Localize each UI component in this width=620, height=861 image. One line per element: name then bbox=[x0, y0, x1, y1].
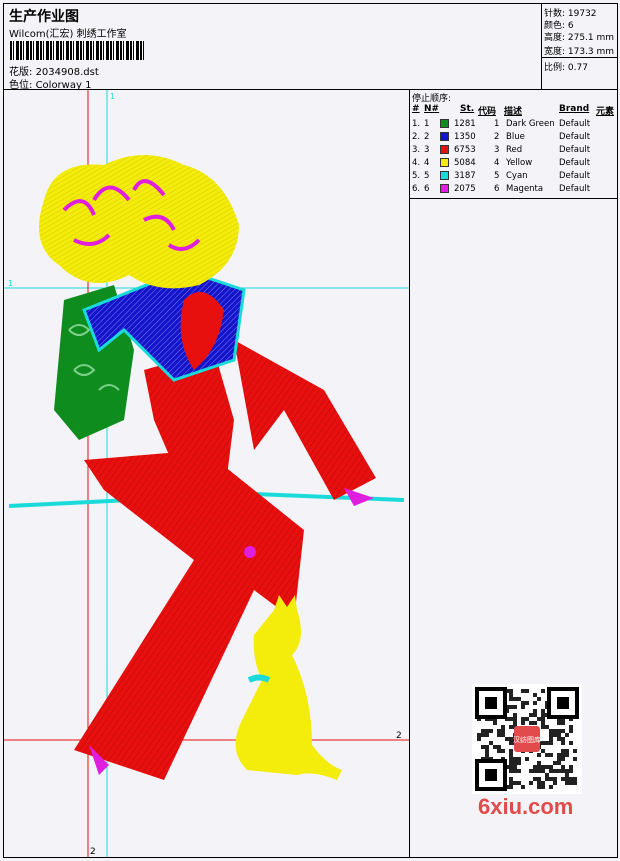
row-code: 1 bbox=[494, 119, 500, 129]
row-n: 4 bbox=[424, 158, 430, 168]
row-brand: Default bbox=[559, 119, 591, 129]
col-header-st: St. bbox=[460, 104, 475, 114]
row-desc: Cyan bbox=[506, 171, 528, 181]
row-stitches: 6753 bbox=[454, 145, 476, 155]
table-row: 6. 6 2075 6 Magenta Default bbox=[410, 183, 617, 196]
row-n: 6 bbox=[424, 184, 430, 194]
qr-caption: 汉纺图库 bbox=[513, 735, 541, 744]
row-code: 4 bbox=[494, 158, 500, 168]
row-code: 5 bbox=[494, 171, 500, 181]
stop-sequence-table: 停止顺序: # N# St. 代码 描述 Brand 元素 1. 1 1281 1 Da… bbox=[410, 90, 617, 199]
row-desc: Red bbox=[506, 145, 523, 155]
stat-width: 宽度: 173.3 mm bbox=[544, 47, 615, 57]
row-index: 4. bbox=[412, 158, 421, 168]
row-index: 5. bbox=[412, 171, 421, 181]
stats-panel: 针数: 19732 颜色: 6 高度: 275.1 mm 宽度: 173.3 m… bbox=[541, 4, 618, 89]
qr-pattern: 汉纺图库 bbox=[475, 687, 579, 791]
design-preview: 1 1 2 2 bbox=[4, 90, 410, 857]
stats-divider bbox=[542, 57, 618, 58]
barcode bbox=[10, 41, 144, 60]
worksheet-frame: 生产作业图 Wilcom(汇宏) 刺绣工作室 花版: 2034908.dst 色… bbox=[3, 3, 618, 858]
col-header-element: 元素 bbox=[596, 107, 615, 117]
row-brand: Default bbox=[559, 171, 591, 181]
row-code: 6 bbox=[494, 184, 500, 194]
table-row: 4. 4 5084 4 Yellow Default bbox=[410, 157, 617, 170]
row-code: 3 bbox=[494, 145, 500, 155]
row-n: 3 bbox=[424, 145, 430, 155]
knee-accent bbox=[244, 546, 256, 558]
stat-scale: 比例: 0.77 bbox=[544, 63, 588, 73]
row-desc: Magenta bbox=[506, 184, 544, 194]
row-index: 1. bbox=[412, 119, 421, 129]
row-brand: Default bbox=[559, 184, 591, 194]
watermark: 6xiu.com bbox=[478, 794, 574, 819]
col-header-n: N# bbox=[424, 104, 440, 114]
qr-code: 汉纺图库 bbox=[472, 684, 582, 794]
table-row: 5. 5 3187 5 Cyan Default bbox=[410, 170, 617, 183]
embroidery-design: 1 1 2 2 bbox=[4, 90, 409, 857]
row-brand: Default bbox=[559, 158, 591, 168]
row-stitches: 2075 bbox=[454, 184, 476, 194]
table-row: 2. 2 1350 2 Blue Default bbox=[410, 131, 617, 144]
guide-v2-label: 2 bbox=[90, 847, 96, 857]
table-row: 3. 3 6753 3 Red Default bbox=[410, 144, 617, 157]
row-index: 2. bbox=[412, 132, 421, 142]
row-brand: Default bbox=[559, 132, 591, 142]
row-desc: Dark Green bbox=[506, 119, 555, 129]
row-stitches: 5084 bbox=[454, 158, 476, 168]
color-swatch bbox=[440, 119, 449, 128]
worksheet-header: 生产作业图 Wilcom(汇宏) 刺绣工作室 花版: 2034908.dst 色… bbox=[4, 4, 618, 91]
stat-height: 高度: 275.1 mm bbox=[544, 33, 615, 43]
studio-name: Wilcom(汇宏) 刺绣工作室 bbox=[9, 29, 127, 40]
color-swatch bbox=[440, 132, 449, 141]
col-header-index: # bbox=[412, 104, 420, 114]
table-row: 1. 1 1281 1 Dark Green Default bbox=[410, 118, 617, 131]
color-swatch bbox=[440, 184, 449, 193]
upper-leg bbox=[234, 340, 376, 500]
row-n: 2 bbox=[424, 132, 430, 142]
cat bbox=[235, 595, 342, 780]
row-n: 1 bbox=[424, 119, 430, 129]
row-code: 2 bbox=[494, 132, 500, 142]
row-brand: Default bbox=[559, 145, 591, 155]
guide-h2-label: 2 bbox=[396, 731, 402, 741]
cat-bow bbox=[247, 674, 271, 683]
worksheet-title: 生产作业图 bbox=[9, 9, 79, 25]
row-desc: Yellow bbox=[506, 158, 533, 168]
color-swatch bbox=[440, 171, 449, 180]
col-header-code: 代码 bbox=[478, 107, 497, 117]
color-swatch bbox=[440, 145, 449, 154]
row-stitches: 3187 bbox=[454, 171, 476, 181]
guide-v1-label: 1 bbox=[110, 92, 115, 101]
row-stitches: 1350 bbox=[454, 132, 476, 142]
row-desc: Blue bbox=[506, 132, 525, 142]
col-header-desc: 描述 bbox=[504, 107, 523, 117]
stop-sequence-title: 停止顺序: bbox=[412, 94, 452, 104]
row-n: 5 bbox=[424, 171, 430, 181]
guide-h1-label: 1 bbox=[8, 279, 13, 288]
row-index: 3. bbox=[412, 145, 421, 155]
colorway-line: 色位: Colorway 1 bbox=[9, 76, 91, 91]
color-swatch bbox=[440, 158, 449, 167]
row-stitches: 1281 bbox=[454, 119, 476, 129]
row-index: 6. bbox=[412, 184, 421, 194]
hair bbox=[39, 155, 239, 289]
col-header-brand: Brand bbox=[559, 104, 590, 114]
